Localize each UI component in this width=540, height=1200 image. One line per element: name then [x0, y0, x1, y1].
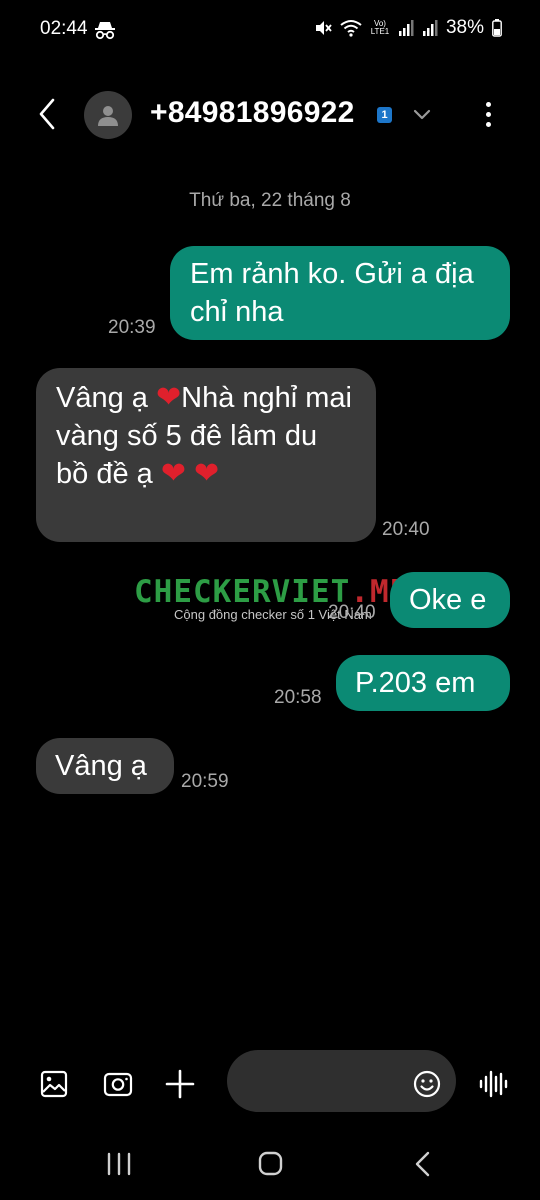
back-button[interactable]: [30, 94, 64, 134]
battery-percent: 38%: [445, 17, 484, 38]
message-bubble-outgoing[interactable]: Em rảnh ko. Gửi a địa chỉ nha: [170, 246, 510, 340]
message-time: 20:58: [274, 687, 322, 708]
heart-emoji: ❤: [194, 456, 220, 491]
gallery-icon[interactable]: [40, 1070, 68, 1098]
avatar[interactable]: [84, 91, 132, 139]
sim-badge: 1: [377, 107, 392, 123]
heart-emoji: ❤: [155, 380, 182, 415]
heart-emoji: ❤: [160, 456, 186, 491]
message-time: 20:59: [181, 771, 229, 792]
nav-back-icon[interactable]: [413, 1151, 433, 1177]
chevron-down-icon[interactable]: [410, 104, 434, 124]
recents-icon[interactable]: [106, 1152, 132, 1176]
message-time: 20:39: [108, 317, 156, 338]
emoji-icon[interactable]: [413, 1070, 441, 1098]
mute-icon: [315, 21, 332, 35]
wifi-icon: [340, 20, 362, 37]
more-options-button[interactable]: [474, 96, 502, 132]
contact-name[interactable]: +84981896922: [150, 96, 355, 130]
status-icons: Vo) LTE1 38%: [314, 17, 502, 39]
camera-icon[interactable]: [103, 1070, 133, 1098]
person-icon: [98, 106, 118, 126]
message-bubble-incoming[interactable]: Vâng ạ ❤Nhà nghỉ mai vàng số 5 đê lâm du…: [36, 368, 376, 542]
network-label: Vo) LTE1: [370, 19, 390, 36]
message-text: Vâng ạ: [56, 382, 156, 414]
message-time: 20:40: [328, 602, 376, 623]
home-icon[interactable]: [258, 1151, 283, 1176]
more-vert-icon: [485, 101, 491, 107]
message-bubble-outgoing[interactable]: P.203 em: [336, 655, 510, 711]
date-separator: Thứ ba, 22 tháng 8: [189, 190, 351, 211]
plus-icon[interactable]: [164, 1068, 196, 1100]
incognito-icon: [95, 22, 115, 40]
message-bubble-incoming[interactable]: Vâng ạ: [36, 738, 174, 794]
signal-icon: [422, 20, 438, 36]
message-time: 20:40: [382, 519, 430, 540]
back-arrow-icon: [39, 98, 55, 130]
message-text: [186, 458, 194, 490]
status-time: 02:44: [40, 18, 88, 39]
voice-icon[interactable]: [478, 1068, 510, 1100]
signal-icon: [398, 20, 414, 36]
message-bubble-outgoing[interactable]: Oke e: [390, 572, 510, 628]
battery-icon: [492, 19, 502, 37]
